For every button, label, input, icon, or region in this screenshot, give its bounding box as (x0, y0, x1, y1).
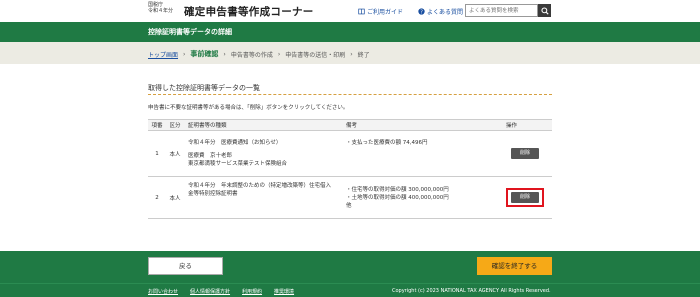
note-line: ・土地等の取得対価の額 400,000,000円 (346, 194, 449, 201)
type-line: 東京都満稜サービス菜業テスト保険組合 (188, 161, 288, 167)
type-line: 医療費 京十老郎 (188, 153, 233, 159)
back-button[interactable]: 戻る (148, 257, 223, 275)
col-header-no: 項番 (148, 119, 166, 131)
finish-confirmation-button[interactable]: 確認を終了する (477, 257, 552, 275)
tax-year: 令和４年分 (148, 8, 174, 14)
row-number: 1 (148, 130, 166, 177)
faq-link[interactable]: ? よくある質問 (418, 7, 463, 16)
guide-link-label: ご利用ガイド (367, 9, 404, 16)
row-number: 2 (148, 176, 166, 219)
breadcrumb-top[interactable]: トップ画面 (148, 50, 178, 59)
row-category: 本人 (166, 176, 184, 219)
svg-text:?: ? (420, 9, 423, 15)
type-line: 令和４年分 医療費通知（お知らせ） (188, 140, 282, 146)
footer-link-privacy[interactable]: 個人情報保護方針 (190, 288, 230, 295)
chevron-right-icon: › (223, 50, 226, 58)
copyright-text: Copyright (c) 2023 NATIONAL TAX AGENCY A… (392, 288, 551, 294)
site-title: 確定申告書等作成コーナー (184, 6, 314, 18)
footer-link-contact[interactable]: お問い合わせ (148, 288, 178, 295)
page-title-bar: 控除証明書等データの詳細 (0, 22, 700, 42)
highlight-box: 削除 (506, 188, 544, 207)
faq-search-input[interactable] (465, 4, 538, 17)
question-icon: ? (418, 8, 425, 15)
divider (148, 94, 552, 95)
type-line: 令和４年分 年末調整のための（特定増改築等）住宅借入 (188, 183, 332, 189)
footer: お問い合わせ 個人情報保護方針 利用規約 推奨環境 Copyright (c) … (0, 283, 700, 297)
row-note: ・支払った医療費の額 74,496円 (342, 130, 502, 177)
breadcrumb-step: 申告書等の作成 (230, 51, 273, 59)
page-title: 控除証明書等データの詳細 (148, 28, 232, 36)
breadcrumb-step: 申告書等の送信・印刷 (285, 51, 346, 59)
row-category: 本人 (166, 130, 184, 177)
faq-link-label: よくある質問 (427, 9, 464, 16)
table-row: 2 本人 令和４年分 年末調整のための（特定増改築等）住宅借入 金等特別控除証明… (148, 176, 552, 219)
delete-button[interactable]: 削除 (511, 192, 539, 203)
table-row: 1 本人 令和４年分 医療費通知（お知らせ） 医療費 京十老郎 東京都満稜サービ… (148, 130, 552, 177)
row-action: 削除 (502, 130, 552, 177)
col-header-category: 区分 (166, 119, 184, 131)
row-note: ・住宅等の取得対価の額 300,000,000円 ・土地等の取得対価の額 400… (342, 176, 502, 219)
agency-label: 国税庁 令和４年分 (148, 2, 173, 14)
chevron-right-icon: › (350, 50, 353, 58)
breadcrumb-step: 終了 (357, 51, 370, 59)
section-title: 取得した控除証明書等データの一覧 (148, 84, 260, 92)
note-line: ・住宅等の取得対価の額 300,000,000円 (346, 186, 449, 193)
note-line: 他 (346, 202, 352, 209)
action-bar: 戻る 確認を終了する (0, 251, 700, 283)
row-action: 削除 (502, 176, 552, 219)
row-type: 令和４年分 医療費通知（お知らせ） 医療費 京十老郎 東京都満稜サービス菜業テス… (184, 130, 342, 177)
footer-link-terms[interactable]: 利用規約 (242, 288, 262, 295)
certificate-table: 項番 区分 証明書等の種類 備考 操作 1 本人 令和４年分 医療費通知（お知ら… (148, 119, 552, 219)
search-button[interactable] (538, 4, 551, 17)
header: 国税庁 令和４年分 確定申告書等作成コーナー ご利用ガイド ? よくある質問 (0, 0, 700, 22)
note-line: ・支払った医療費の額 74,496円 (346, 140, 428, 146)
col-header-note: 備考 (342, 119, 502, 131)
breadcrumb: トップ画面 › 事前確認 › 申告書等の作成 › 申告書等の送信・印刷 › 終了 (0, 42, 700, 64)
chevron-right-icon: › (183, 50, 186, 58)
book-icon (358, 8, 365, 15)
search-icon (540, 6, 549, 15)
row-type: 令和４年分 年末調整のための（特定増改築等）住宅借入 金等特別控除証明書 (184, 176, 342, 219)
table-header-row: 項番 区分 証明書等の種類 備考 操作 (148, 119, 552, 131)
type-line: 金等特別控除証明書 (188, 191, 238, 197)
col-header-action: 操作 (502, 119, 552, 131)
guide-link[interactable]: ご利用ガイド (358, 7, 403, 16)
chevron-right-icon: › (277, 50, 281, 58)
delete-button[interactable]: 削除 (511, 148, 539, 159)
breadcrumb-current: 事前確認 (190, 50, 219, 58)
col-header-type: 証明書等の種類 (184, 119, 342, 131)
footer-link-environment[interactable]: 推奨環境 (274, 288, 294, 295)
instruction-text: 申告書に不要な証明書等がある場合は、「削除」ボタンをクリックしてください。 (148, 105, 349, 111)
